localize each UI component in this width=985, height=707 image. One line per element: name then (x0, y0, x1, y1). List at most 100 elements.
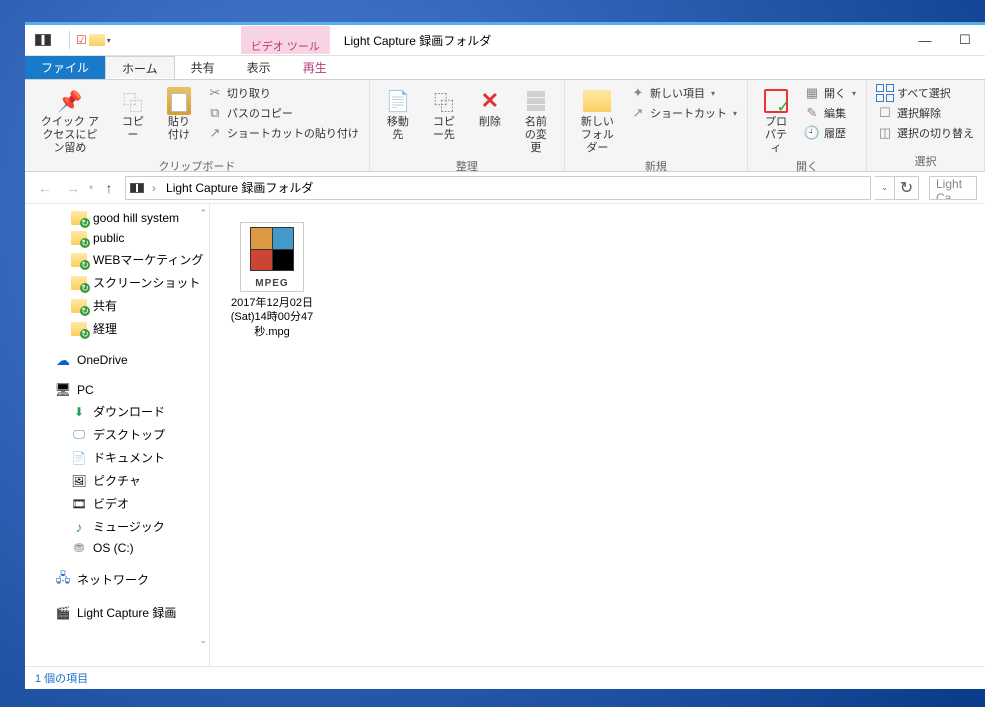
folder-icon (71, 276, 87, 290)
tree-network[interactable]: ネットワーク (25, 568, 209, 591)
chevron-down-icon: ▾ (733, 109, 737, 118)
open-icon: ▦ (804, 85, 820, 101)
tree-capture-folder[interactable]: Light Capture 録画 (25, 601, 209, 624)
properties-icon (762, 88, 790, 114)
tree-item[interactable]: ビデオ (25, 492, 209, 515)
select-all-button[interactable]: すべて選択 (875, 84, 976, 102)
music-icon (71, 520, 87, 534)
contextual-tab-header: ビデオ ツール (241, 26, 330, 54)
move-to-button[interactable]: 移動先 (378, 84, 418, 142)
chevron-down-icon: ▾ (711, 89, 715, 98)
tree-item[interactable]: デスクトップ (25, 423, 209, 446)
history-button[interactable]: 🕘履歴 (802, 124, 858, 142)
delete-icon (476, 88, 504, 114)
pic-icon (71, 474, 87, 488)
copy-button[interactable]: コピー (113, 84, 153, 142)
new-item-button[interactable]: ✦新しい項目▾ (628, 84, 739, 102)
drive-icon (71, 541, 87, 555)
paste-shortcut-button[interactable]: ↗ショートカットの貼り付け (205, 124, 361, 142)
invert-selection-button[interactable]: ◫選択の切り替え (875, 124, 976, 142)
tree-item[interactable]: OS (C:) (25, 538, 209, 558)
search-input[interactable]: Light Ca (929, 176, 977, 200)
pin-icon: 📌 (56, 88, 84, 114)
delete-button[interactable]: 削除 (470, 84, 510, 129)
breadcrumb-segment[interactable]: Light Capture 録画フォルダ (164, 179, 315, 196)
ribbon-group-open: プロパティ ▦開く▾ ✎編集 🕘履歴 開く (748, 80, 867, 171)
address-dropdown-icon[interactable]: ⌄ (875, 176, 895, 200)
tree-item[interactable]: 経理 (25, 317, 209, 340)
tree-item[interactable]: ミュージック (25, 515, 209, 538)
rename-icon (522, 88, 550, 114)
app-icon (35, 34, 51, 46)
navbar: ← → ▾ ↑ Light Capture 録画フォルダ ⌄ ↻ Light C… (25, 172, 985, 204)
file-thumbnail: MPEG (240, 222, 304, 292)
nav-history-dropdown[interactable]: ▾ (89, 183, 93, 192)
onedrive-icon (55, 353, 71, 367)
ribbon-tabs: ファイル ホーム 共有 表示 再生 (25, 56, 985, 80)
tree-item[interactable]: 共有 (25, 294, 209, 317)
tree-item[interactable]: WEBマーケティング (25, 248, 209, 271)
rename-button[interactable]: 名前の変更 (516, 84, 556, 156)
tab-file[interactable]: ファイル (25, 56, 105, 79)
history-icon: 🕘 (804, 125, 820, 141)
maximize-button[interactable]: ☐ (945, 26, 985, 55)
dl-icon (71, 405, 87, 419)
shortcut-button[interactable]: ↗ショートカット▾ (628, 104, 739, 122)
quick-access-toolbar: ☑ ▾ (65, 31, 111, 49)
select-none-icon: ☐ (877, 105, 893, 121)
link-icon: ↗ (630, 105, 646, 121)
tree-pc[interactable]: PC (25, 380, 209, 400)
paste-button[interactable]: 貼り付け (159, 84, 199, 142)
select-none-button[interactable]: ☐選択解除 (875, 104, 976, 122)
tab-home[interactable]: ホーム (105, 56, 175, 79)
new-folder-qat-icon[interactable] (89, 34, 105, 46)
scroll-up-icon[interactable]: ⌃ (199, 208, 207, 219)
path-icon: ⧉ (207, 105, 223, 121)
tab-view[interactable]: 表示 (231, 56, 287, 79)
copy-path-button[interactable]: ⧉パスのコピー (205, 104, 361, 122)
pin-quick-access-button[interactable]: 📌 クイック アクセスにピン留め (33, 84, 107, 156)
tree-item[interactable]: public (25, 228, 209, 248)
tree-item[interactable]: ドキュメント (25, 446, 209, 469)
scroll-down-icon[interactable]: ⌄ (199, 635, 207, 646)
nav-forward-button[interactable]: → (61, 176, 85, 200)
tab-share[interactable]: 共有 (175, 56, 231, 79)
new-item-icon: ✦ (630, 85, 646, 101)
refresh-button[interactable]: ↻ (895, 176, 919, 200)
file-item[interactable]: MPEG2017年12月02日(Sat)14時00分47秒.mpg (224, 218, 320, 343)
titlebar: ☑ ▾ ビデオ ツール Light Capture 録画フォルダ — ☐ (25, 25, 985, 56)
open-button[interactable]: ▦開く▾ (802, 84, 858, 102)
nav-up-button[interactable]: ↑ (97, 176, 121, 200)
content-area: ⌃ good hill systempublicWEBマーケティングスクリーンシ… (25, 204, 985, 666)
tree-item[interactable]: ピクチャ (25, 469, 209, 492)
folder-icon (71, 322, 87, 336)
navigation-pane[interactable]: ⌃ good hill systempublicWEBマーケティングスクリーンシ… (25, 204, 210, 666)
desk-icon (71, 428, 87, 442)
nav-back-button[interactable]: ← (33, 176, 57, 200)
window-title: Light Capture 録画フォルダ (344, 32, 491, 49)
cut-button[interactable]: ✂切り取り (205, 84, 361, 102)
new-folder-button[interactable]: 新しいフォルダー (573, 84, 622, 156)
status-bar: 1 個の項目 (25, 666, 985, 689)
properties-button[interactable]: プロパティ (756, 84, 796, 156)
copy-to-button[interactable]: ⿻コピー先 (424, 84, 464, 142)
properties-qat-icon[interactable]: ☑ (76, 33, 87, 47)
copy-to-icon: ⿻ (430, 88, 458, 114)
tree-item[interactable]: スクリーンショット (25, 271, 209, 294)
tree-item[interactable]: good hill system (25, 208, 209, 228)
new-folder-icon (583, 88, 611, 114)
folder-icon (71, 253, 87, 267)
breadcrumb-separator (148, 181, 160, 195)
tree-item[interactable]: ダウンロード (25, 400, 209, 423)
address-bar[interactable]: Light Capture 録画フォルダ (125, 176, 871, 200)
edit-button[interactable]: ✎編集 (802, 104, 858, 122)
qat-dropdown-icon[interactable]: ▾ (107, 36, 111, 45)
chevron-down-icon: ▾ (852, 89, 856, 98)
minimize-button[interactable]: — (905, 26, 945, 55)
pc-icon (55, 383, 71, 397)
tree-onedrive[interactable]: OneDrive (25, 350, 209, 370)
move-icon (384, 88, 412, 114)
file-list[interactable]: MPEG2017年12月02日(Sat)14時00分47秒.mpg (210, 204, 985, 666)
vid-icon (71, 497, 87, 511)
tab-play[interactable]: 再生 (287, 56, 343, 79)
